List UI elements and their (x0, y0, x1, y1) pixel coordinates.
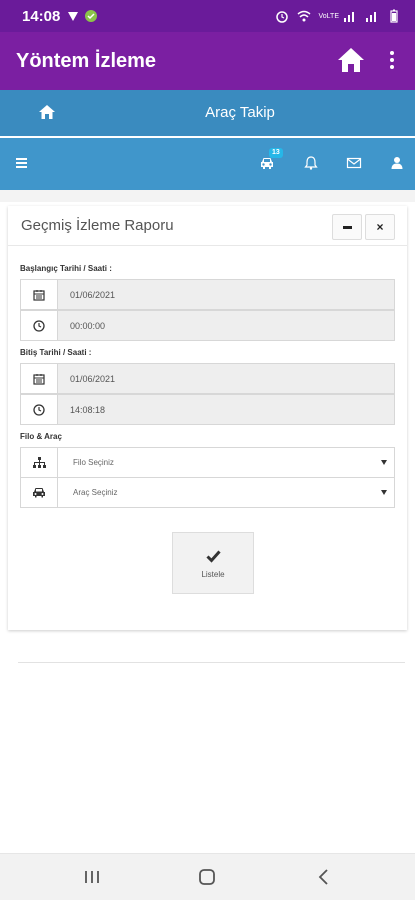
content-top-gap (0, 190, 415, 202)
app-title: Yöntem İzleme (16, 49, 157, 72)
start-time-value: 00:00:00 (70, 320, 106, 331)
site-header: Araç Takip (0, 90, 415, 136)
end-time-value: 14:08:18 (70, 404, 106, 415)
bell-icon[interactable] (303, 155, 319, 171)
signal-icon (344, 12, 354, 22)
fleet-select[interactable]: Filo Seçiniz (20, 447, 395, 478)
clock-icon (21, 395, 58, 424)
vehicle-count-badge: 13 (269, 148, 283, 158)
brand-title[interactable]: Araç Takip (0, 104, 415, 121)
hamburger-icon[interactable] (16, 158, 27, 168)
sitemap-icon (21, 448, 58, 477)
calendar-icon (21, 364, 58, 393)
car-icon (21, 478, 58, 507)
more-vert-icon[interactable] (386, 48, 398, 72)
panel-header: Geçmiş İzleme Raporu × (8, 206, 407, 246)
status-bar: 14:08 VoLTE (0, 0, 415, 32)
end-date-field[interactable]: 01/06/2021 (20, 363, 395, 394)
app-bar: Yöntem İzleme (0, 32, 415, 90)
dropdown-caret-icon (381, 460, 387, 465)
check-icon (206, 550, 221, 563)
list-button-label: Listele (201, 570, 225, 579)
back-icon[interactable] (314, 868, 334, 886)
dropdown-caret-icon (381, 490, 387, 495)
calendar-icon (21, 280, 58, 309)
vehicle-select-value: Araç Seçiniz (73, 488, 118, 497)
end-date-value: 01/06/2021 (70, 373, 116, 384)
close-button[interactable]: × (365, 214, 395, 240)
notification-icon (68, 12, 79, 21)
recent-apps-icon[interactable] (82, 868, 102, 886)
app-notification-icon (85, 10, 98, 22)
battery-icon (390, 9, 398, 23)
end-label: Bitiş Tarihi / Saati : (20, 348, 92, 357)
vehicle-select[interactable]: Araç Seçiniz (20, 477, 395, 508)
home-button-icon[interactable] (197, 868, 217, 886)
nav-bar (0, 138, 415, 190)
end-time-field[interactable]: 14:08:18 (20, 394, 395, 425)
alarm-icon (275, 11, 288, 23)
start-date-field[interactable]: 01/06/2021 (20, 279, 395, 310)
network-type: VoLTE (318, 12, 340, 20)
divider (18, 662, 405, 663)
start-time-field[interactable]: 00:00:00 (20, 310, 395, 341)
fleet-label: Filo & Araç (20, 432, 62, 441)
panel-title: Geçmiş İzleme Raporu (21, 217, 174, 234)
envelope-icon[interactable] (346, 155, 362, 171)
close-icon: × (376, 220, 384, 234)
system-nav-bar (0, 853, 415, 900)
clock-icon (21, 311, 58, 340)
wifi-icon (297, 10, 310, 22)
status-time: 14:08 (22, 7, 61, 25)
collapse-button[interactable] (332, 214, 362, 240)
main-content: Geçmiş İzleme Raporu × Başlangıç Tarihi … (0, 190, 415, 853)
minus-icon (342, 225, 352, 229)
home-icon[interactable] (336, 46, 366, 74)
list-button[interactable]: Listele (172, 532, 254, 594)
start-date-value: 01/06/2021 (70, 289, 116, 300)
start-label: Başlangıç Tarihi / Saati : (20, 264, 112, 273)
user-icon[interactable] (389, 155, 405, 171)
fleet-select-value: Filo Seçiniz (73, 458, 114, 467)
signal-icon (366, 12, 376, 22)
report-panel: Geçmiş İzleme Raporu × Başlangıç Tarihi … (8, 206, 407, 630)
